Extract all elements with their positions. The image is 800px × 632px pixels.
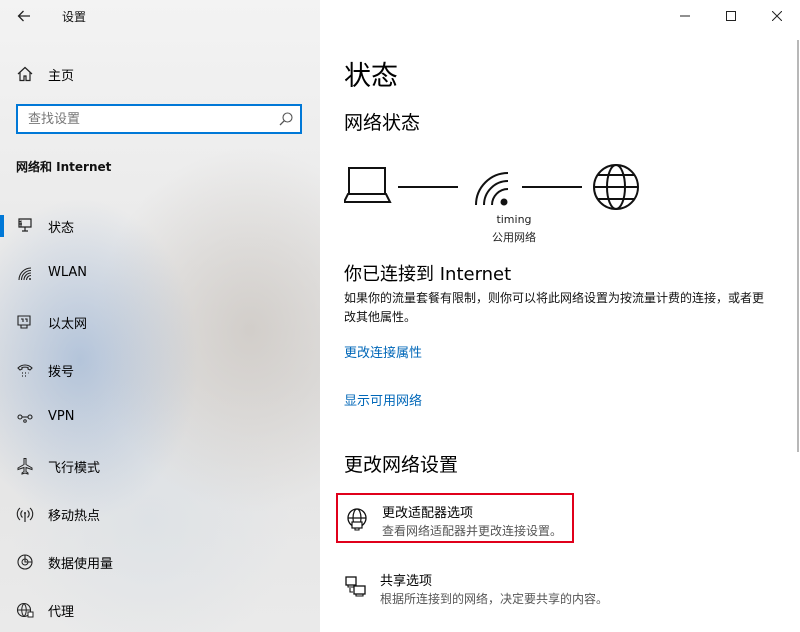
connected-description: 如果你的流量套餐有限制，则你可以将此网络设置为按流量计费的连接，或者更改其他属性… [344,291,765,324]
back-arrow-icon [17,10,30,22]
sidebar-item-ethernet[interactable]: 以太网 [0,301,320,341]
minimize-button[interactable] [662,0,708,32]
maximize-icon [726,11,736,21]
minimize-icon [680,15,690,17]
home-label: 主页 [48,69,75,84]
sidebar-item-data-usage[interactable]: 数据使用量 [0,541,320,581]
search-input[interactable] [18,106,268,132]
sharing-options[interactable]: 共享选项 根据所连接到的网络，决定要共享的内容。 [336,562,666,612]
app-title: 设置 [62,10,87,24]
sidebar-item-label: 数据使用量 [48,557,114,572]
close-button[interactable] [754,0,800,32]
back-button[interactable] [0,0,48,32]
search-icon[interactable] [278,111,294,127]
option-subtitle: 查看网络适配器并更改连接设置。 [382,524,563,538]
window-controls [662,0,800,32]
option-title: 更改适配器选项 [382,506,474,521]
section-title: 网络和 Internet [16,160,112,174]
close-icon [772,11,782,21]
change-adapter-options[interactable]: 更改适配器选项 查看网络适配器并更改连接设置。 [336,493,574,543]
sidebar-item-wlan[interactable]: WLAN [0,253,320,293]
option-subtitle: 根据所连接到的网络，决定要共享的内容。 [380,592,609,606]
wlan-icon [18,267,32,281]
proxy-icon [16,602,34,618]
sidebar-item-mobile-hotspot[interactable]: 移动热点 [0,493,320,533]
sidebar-item-label: 飞行模式 [48,461,101,476]
airplane-icon [17,458,33,475]
page-title: 状态 [344,61,398,92]
sidebar-item-vpn[interactable]: VPN [0,397,320,437]
status-icon [18,218,32,232]
laptop-icon [342,167,392,203]
sidebar-item-label: 状态 [48,221,75,236]
sidebar-item-label: 拨号 [48,365,75,380]
sidebar-item-status[interactable]: 状态 [0,205,320,245]
sharing-icon [345,576,366,597]
sidebar-item-airplane-mode[interactable]: 飞行模式 [0,445,320,485]
connected-heading: 你已连接到 Internet [344,264,512,285]
change-network-settings-heading: 更改网络设置 [344,454,459,476]
adapter-globe-icon [347,508,367,531]
network-status-heading: 网络状态 [344,112,421,134]
ethernet-icon [17,315,31,329]
network-status-diagram: timing 公用网络 [342,160,644,250]
sidebar-item-proxy[interactable]: 代理 [0,589,320,629]
sidebar: 设置 主页 网络和 Internet 状态 WLAN 以太网 拨号 VPN 飞行… [0,0,320,632]
network-type: 公用网络 [492,231,536,244]
sidebar-item-label: WLAN [48,265,88,280]
home-nav-item[interactable]: 主页 [0,56,320,92]
dialup-icon [17,364,33,377]
sidebar-item-dialup[interactable]: 拨号 [0,349,320,389]
network-name: timing [496,213,532,226]
sidebar-item-label: 代理 [48,605,75,620]
vpn-icon [17,414,33,423]
wifi-icon [475,172,509,206]
search-box[interactable] [16,104,302,134]
change-connection-properties-link[interactable]: 更改连接属性 [344,342,422,361]
data-usage-icon [17,554,33,570]
hotspot-icon [16,507,34,522]
diagram-graphics [342,164,639,210]
sidebar-item-label: VPN [48,409,75,424]
scrollbar[interactable] [797,40,799,452]
content-pane: 状态 网络状态 timing 公用网络 你已连接到 Internet 如果你的流… [320,0,800,632]
home-icon [17,66,33,82]
sidebar-item-label: 以太网 [48,317,88,332]
option-title: 共享选项 [380,574,433,589]
maximize-button[interactable] [708,0,754,32]
title-bar-left: 设置 [0,0,320,32]
globe-icon [593,164,639,210]
sidebar-item-label: 移动热点 [48,509,101,524]
show-available-networks-link[interactable]: 显示可用网络 [344,390,422,409]
